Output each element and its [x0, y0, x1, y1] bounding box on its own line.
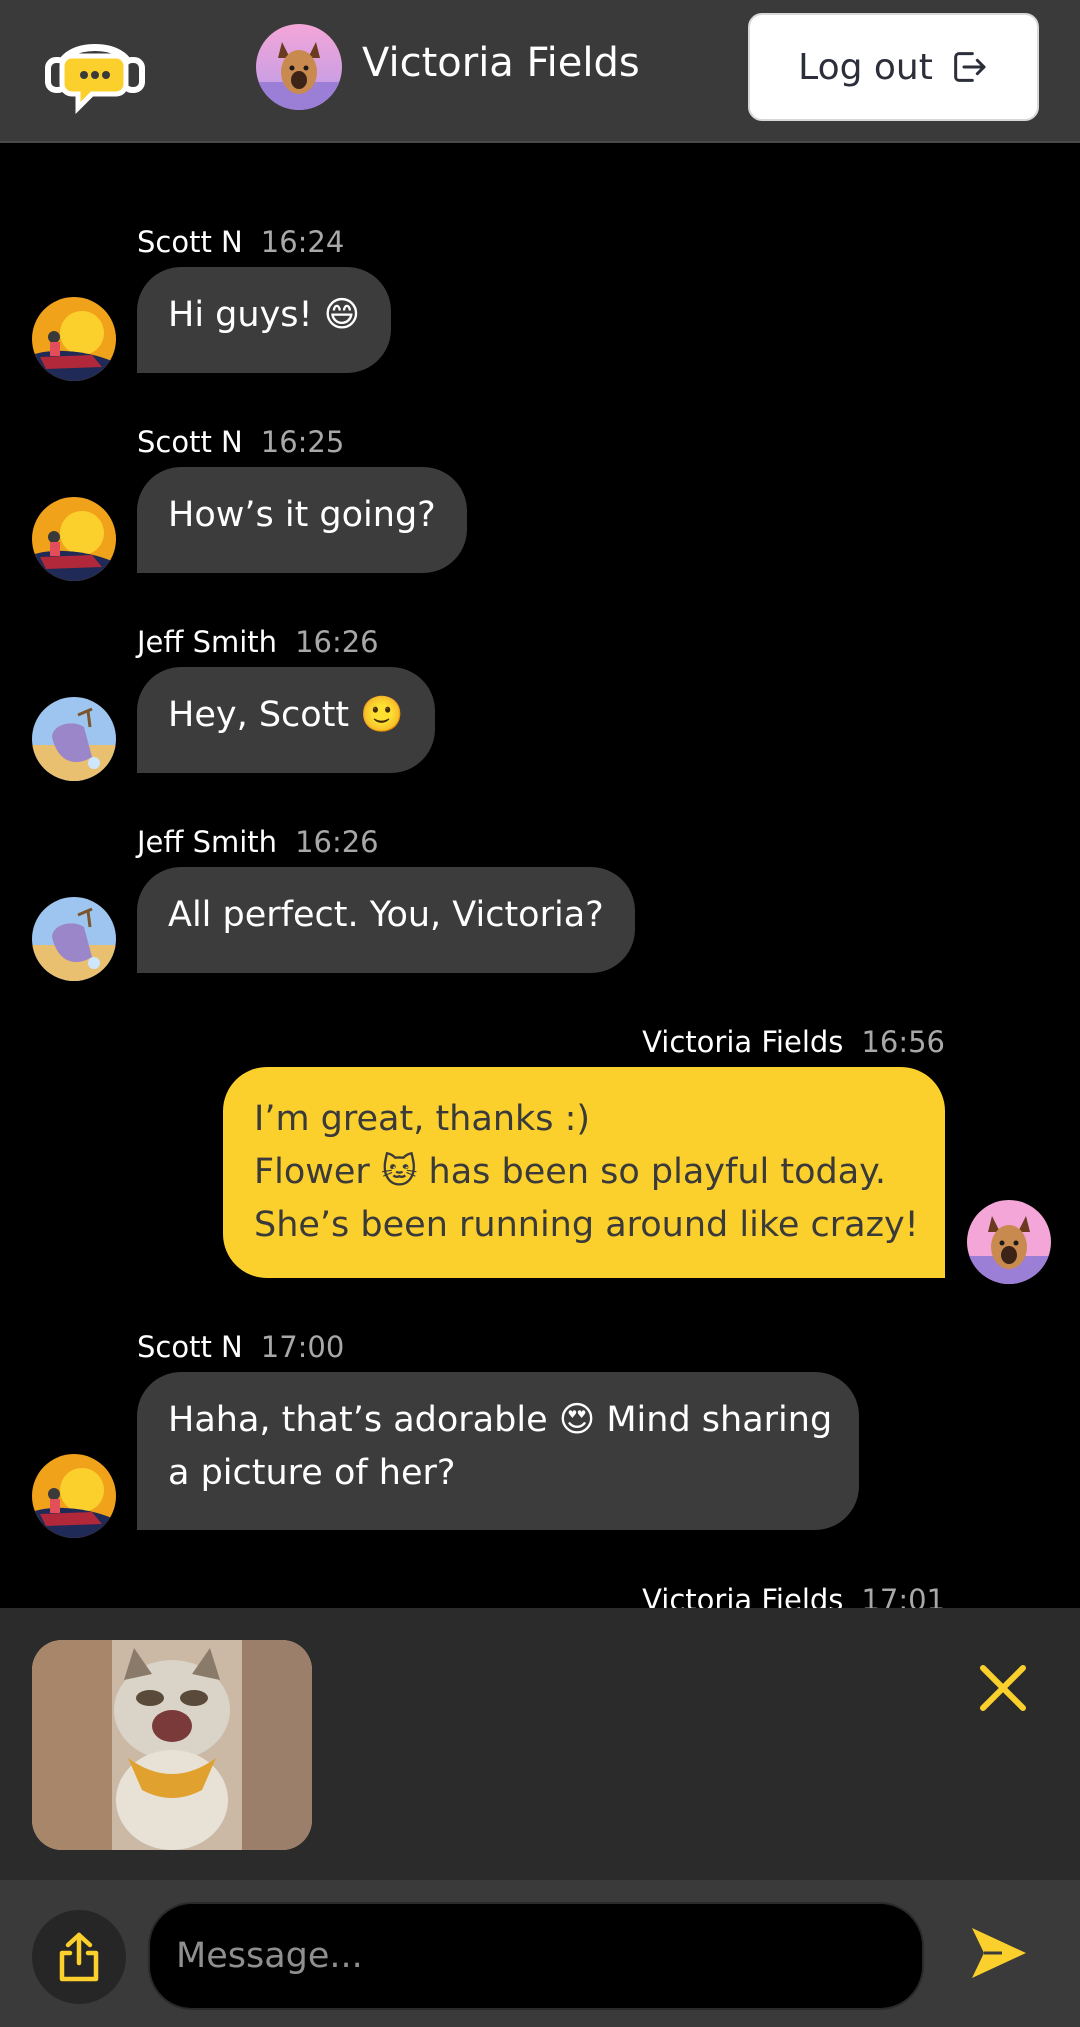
message-author: Victoria Fields	[642, 1583, 844, 1608]
sender-avatar	[32, 497, 116, 581]
attachment-thumbnail[interactable]	[32, 1640, 312, 1850]
message-author: Victoria Fields	[642, 1025, 844, 1059]
sender-avatar	[32, 1454, 116, 1538]
share-button[interactable]	[32, 1910, 126, 2004]
message-bubble: Haha, that’s adorable 😍 Mind sharing a p…	[137, 1372, 859, 1530]
message-author: Jeff Smith	[137, 825, 278, 859]
share-icon	[59, 1932, 99, 1982]
message-bubble: All perfect. You, Victoria?	[137, 867, 635, 973]
message-meta: Scott N 16:25	[137, 425, 344, 459]
logout-label: Log out	[798, 46, 933, 88]
close-icon	[980, 1665, 1026, 1711]
message-meta: Jeff Smith 16:26	[137, 625, 379, 659]
message-author: Scott N	[137, 425, 243, 459]
current-user-name: Victoria Fields	[362, 40, 640, 86]
message-bubble: I’m great, thanks :) Flower 🐱 has been s…	[223, 1067, 945, 1278]
message-author: Jeff Smith	[137, 625, 278, 659]
message-text-line: I’m great, thanks :)	[254, 1099, 591, 1139]
message-meta: Victoria Fields 17:01	[642, 1583, 945, 1608]
logout-icon	[954, 52, 986, 82]
message-meta: Jeff Smith 16:26	[137, 825, 379, 859]
message-composer	[0, 1880, 1080, 2027]
logout-button[interactable]: Log out	[748, 13, 1039, 121]
message-bubble: Hey, Scott 🙂	[137, 667, 435, 773]
message-author: Scott N	[137, 1330, 243, 1364]
message-time: 16:56	[861, 1025, 945, 1059]
message-author: Scott N	[137, 225, 243, 259]
message-text: Hi guys! 😄	[168, 295, 361, 335]
message-text-line: Flower 🐱 has been so playful today.	[254, 1152, 887, 1192]
message-text: Hey, Scott 🙂	[168, 695, 404, 735]
sender-avatar	[32, 897, 116, 981]
message-text-line: a picture of her?	[168, 1453, 456, 1493]
message-meta: Victoria Fields 16:56	[642, 1025, 945, 1059]
message-time: 16:26	[295, 625, 379, 659]
message-bubble: How’s it going?	[137, 467, 467, 573]
message-input[interactable]	[148, 1902, 924, 2010]
message-meta: Scott N 16:24	[137, 225, 344, 259]
message-time: 16:25	[260, 425, 345, 459]
message-list[interactable]: Scott N 16:24 Hi guys! 😄 Scott N 16:25 How…	[0, 145, 1080, 1608]
support-chat-logo-icon[interactable]	[42, 22, 148, 115]
message-time: 16:24	[260, 225, 345, 259]
message-time: 17:00	[260, 1330, 345, 1364]
message-text-line: She’s been running around like crazy!	[254, 1205, 919, 1245]
message-time: 17:01	[861, 1583, 945, 1608]
message-text-line: Haha, that’s adorable 😍 Mind sharing	[168, 1400, 833, 1440]
app-header: Victoria Fields Log out	[0, 0, 1080, 143]
sender-avatar	[32, 297, 116, 381]
message-text: All perfect. You, Victoria?	[168, 895, 604, 935]
message-meta: Scott N 17:00	[137, 1330, 344, 1364]
sender-avatar	[967, 1200, 1051, 1284]
attachment-preview-panel	[0, 1608, 1080, 1880]
current-user-avatar	[256, 24, 342, 110]
message-time: 16:26	[295, 825, 379, 859]
message-bubble: Hi guys! 😄	[137, 267, 392, 373]
remove-attachment-button[interactable]	[975, 1660, 1031, 1716]
send-button[interactable]	[968, 1922, 1030, 1984]
message-text: How’s it going?	[168, 495, 436, 535]
send-icon	[972, 1928, 1026, 1978]
sender-avatar	[32, 697, 116, 781]
